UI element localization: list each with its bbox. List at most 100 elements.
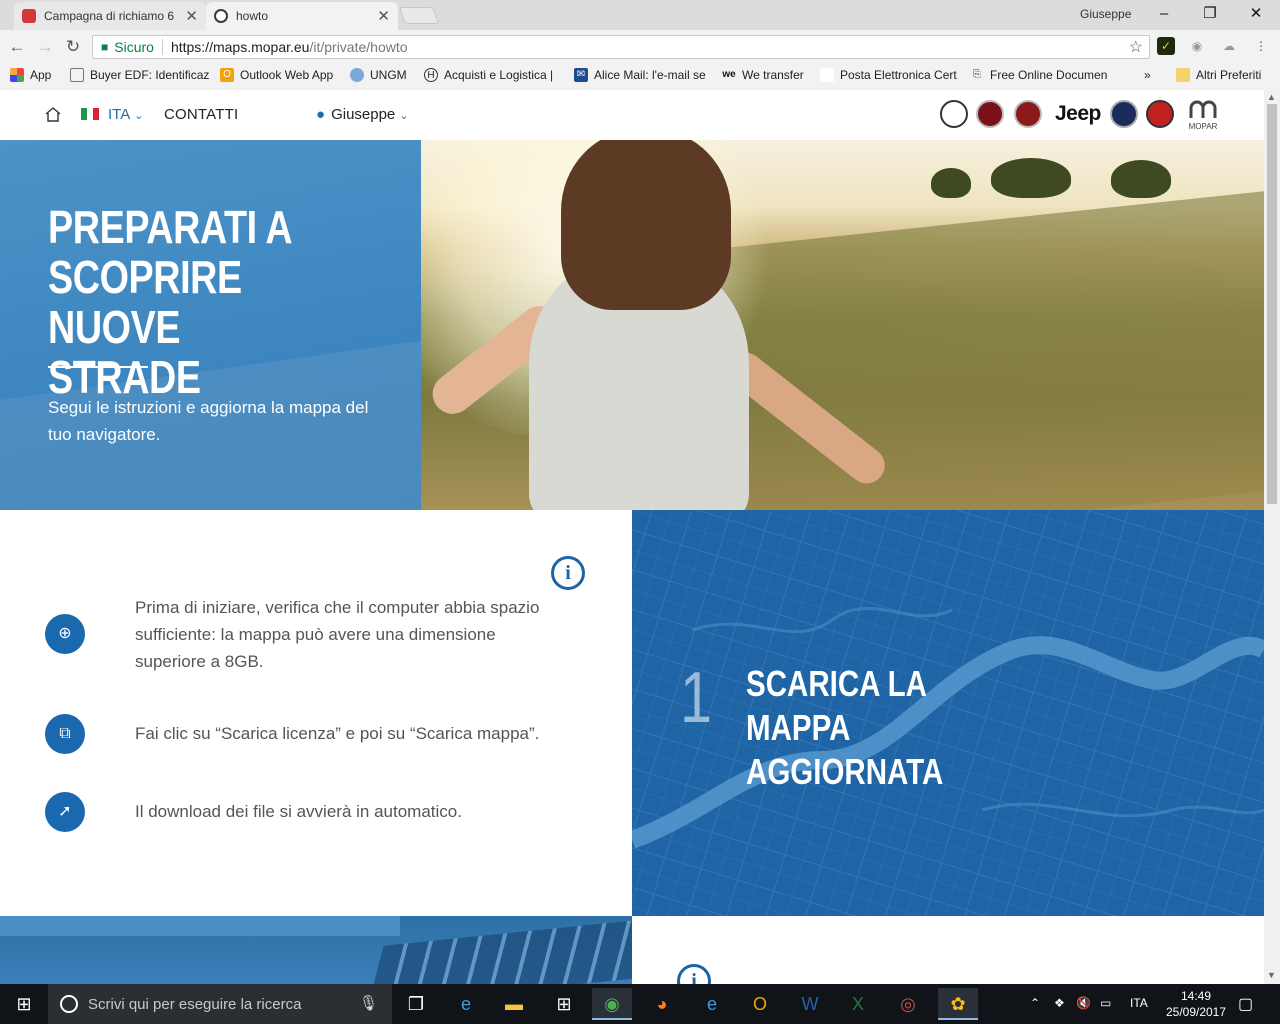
bookmark-posta-cert[interactable]: Posta Elettronica Cert	[820, 68, 957, 82]
forward-icon[interactable]: →	[34, 36, 56, 58]
volume-muted-icon[interactable]: 🔇	[1076, 996, 1091, 1010]
scrollbar-thumb[interactable]	[1267, 104, 1277, 504]
cortana-icon	[60, 995, 78, 1013]
jeep-logo[interactable]: Jeep	[1055, 102, 1101, 126]
close-window-icon[interactable]: ✕	[1236, 2, 1276, 28]
info-icon[interactable]: i	[551, 556, 585, 590]
instruction-text: Fai clic su “Scarica licenza” e poi su “…	[135, 724, 540, 743]
bookmark-outlook[interactable]: O Outlook Web App	[220, 68, 333, 82]
chevron-down-icon: ⌄	[399, 110, 409, 122]
dropbox-icon[interactable]: ❖	[1054, 996, 1065, 1010]
user-icon: ●	[316, 106, 326, 123]
extension-cloud-icon[interactable]: ☁	[1220, 37, 1238, 55]
bookmark-ungm[interactable]: UNGM	[350, 68, 407, 82]
word-icon[interactable]: W	[790, 988, 830, 1020]
store-icon[interactable]: ⊞	[544, 988, 584, 1020]
page-icon	[820, 68, 834, 82]
more-bookmarks-icon[interactable]: »	[1144, 68, 1151, 82]
home-icon[interactable]	[44, 106, 62, 122]
hero-section: PREPARATI A SCOPRIRE NUOVE STRADE Segui …	[0, 140, 1264, 510]
minimize-icon[interactable]: –	[1144, 2, 1184, 28]
system-clock[interactable]: 14:49 25/09/2017	[1160, 988, 1232, 1020]
clock-date: 25/09/2017	[1165, 1005, 1227, 1019]
divider	[161, 39, 163, 55]
bookmark-label: Buyer EDF: Identificaz	[90, 68, 210, 82]
tab-howto[interactable]: howto ✕	[206, 2, 398, 30]
extension-circle-icon[interactable]: ◉	[1188, 37, 1206, 55]
windows-start-icon[interactable]: ⊞	[0, 984, 48, 1024]
close-tab-icon[interactable]: ✕	[377, 7, 390, 25]
internet-explorer-icon[interactable]: e	[692, 988, 732, 1020]
bookmark-acquisti[interactable]: H Acquisti e Logistica |	[424, 68, 553, 82]
italy-flag-icon[interactable]	[81, 108, 99, 120]
excel-icon[interactable]: X	[838, 988, 878, 1020]
tab-strip: Campagna di richiamo 6 ✕ howto ✕ Giusepp…	[0, 0, 1280, 30]
action-center-icon[interactable]: ▢	[1238, 994, 1253, 1014]
file-explorer-icon[interactable]: ▬	[494, 988, 534, 1020]
scroll-down-icon[interactable]: ▼	[1267, 970, 1276, 980]
lancia-logo-icon[interactable]	[1110, 100, 1138, 128]
tab-campagna[interactable]: Campagna di richiamo 6 ✕	[14, 2, 206, 30]
bookmark-altri-preferiti[interactable]: Altri Preferiti	[1176, 68, 1261, 82]
bookmark-alice-mail[interactable]: ✉ Alice Mail: l'e-mail se	[574, 68, 706, 82]
bookmark-free-docs[interactable]: ⎘ Free Online Documen	[970, 68, 1107, 82]
show-hidden-icons-icon[interactable]: ⌃	[1030, 996, 1040, 1010]
url-path: /it/private/howto	[309, 39, 408, 55]
contacts-link[interactable]: CONTATTI	[164, 106, 238, 123]
sunflower-app-icon[interactable]: ✿	[938, 988, 978, 1020]
mail-icon: ✉	[574, 68, 588, 82]
firefox-icon[interactable]: ◕	[642, 988, 682, 1020]
windows-taskbar: ⊞ Scrivi qui per eseguire la ricerca 🎙 ❐…	[0, 984, 1280, 1024]
back-icon[interactable]: ←	[6, 36, 28, 58]
bookmark-buyer-edf[interactable]: Buyer EDF: Identificaz	[70, 68, 209, 82]
web-page: ITA ⌄ CONTATTI ● Giuseppe ⌄ Jeep MOPAR PREP…	[0, 90, 1264, 984]
info-icon[interactable]: i	[677, 964, 711, 984]
abarth-logo-icon[interactable]	[1146, 100, 1174, 128]
network-icon[interactable]: ▭	[1100, 996, 1111, 1010]
bookmark-label: Alice Mail: l'e-mail se	[594, 68, 706, 82]
new-tab-button[interactable]	[398, 7, 440, 24]
taskbar-search[interactable]: Scrivi qui per eseguire la ricerca 🎙	[48, 984, 392, 1024]
address-bar[interactable]: ■ Sicuro https://maps.mopar.eu /it/priva…	[92, 35, 1150, 59]
bookmark-label: Altri Preferiti	[1196, 68, 1262, 82]
close-tab-icon[interactable]: ✕	[185, 7, 198, 25]
chrome-icon[interactable]: ◉	[592, 988, 632, 1020]
fiat-professional-logo-icon[interactable]	[1014, 100, 1042, 128]
clock-time: 14:49	[1180, 989, 1212, 1003]
extension-check-icon[interactable]: ✓	[1157, 37, 1175, 55]
mopar-favicon-icon	[214, 9, 228, 23]
menu-kebab-icon[interactable]: ⋮	[1252, 37, 1270, 55]
task-view-icon[interactable]: ❐	[396, 988, 436, 1020]
microphone-icon[interactable]: 🎙	[359, 994, 378, 1012]
page-scrollbar[interactable]: ▲ ▼	[1264, 90, 1280, 984]
hero-title: PREPARATI A SCOPRIRE NUOVE STRADE	[48, 201, 293, 403]
bookmark-label: We transfer	[742, 68, 804, 82]
bookmark-app[interactable]: App	[10, 68, 51, 82]
mopar-logo[interactable]: MOPAR	[1188, 98, 1218, 131]
tab-title: Campagna di richiamo 6	[44, 9, 175, 23]
reload-icon[interactable]: ↻	[62, 36, 84, 58]
chevron-down-icon: ⌄	[134, 110, 144, 122]
alfa-romeo-logo-icon[interactable]	[940, 100, 968, 128]
tree-line	[921, 154, 1181, 200]
magnifier-icon: ⊕	[45, 614, 85, 654]
edge-icon[interactable]: e	[446, 988, 486, 1020]
bookmark-label: Posta Elettronica Cert	[840, 68, 957, 82]
outlook-taskbar-icon[interactable]: O	[740, 988, 780, 1020]
bookmark-label: Acquisti e Logistica |	[444, 68, 554, 82]
input-language[interactable]: ITA	[1130, 996, 1148, 1010]
hero-photo-woman-field	[421, 140, 1264, 510]
wetransfer-icon: we	[722, 69, 736, 80]
bookmark-wetransfer[interactable]: we We transfer	[722, 68, 804, 82]
language-selector[interactable]: ITA ⌄	[108, 106, 143, 123]
bookmark-star-icon[interactable]: ☆	[1129, 37, 1143, 57]
fiat-logo-icon[interactable]	[976, 100, 1004, 128]
restore-icon[interactable]: ❐	[1190, 2, 1230, 28]
red-app-icon[interactable]: ◎	[888, 988, 928, 1020]
window-profile-name[interactable]: Giuseppe	[1080, 7, 1131, 21]
url-host: https://maps.mopar.eu	[170, 39, 310, 55]
laptop-edge	[0, 916, 400, 936]
scroll-up-icon[interactable]: ▲	[1267, 92, 1276, 102]
tab-title: howto	[236, 9, 269, 23]
user-menu[interactable]: ● Giuseppe ⌄	[316, 106, 409, 123]
